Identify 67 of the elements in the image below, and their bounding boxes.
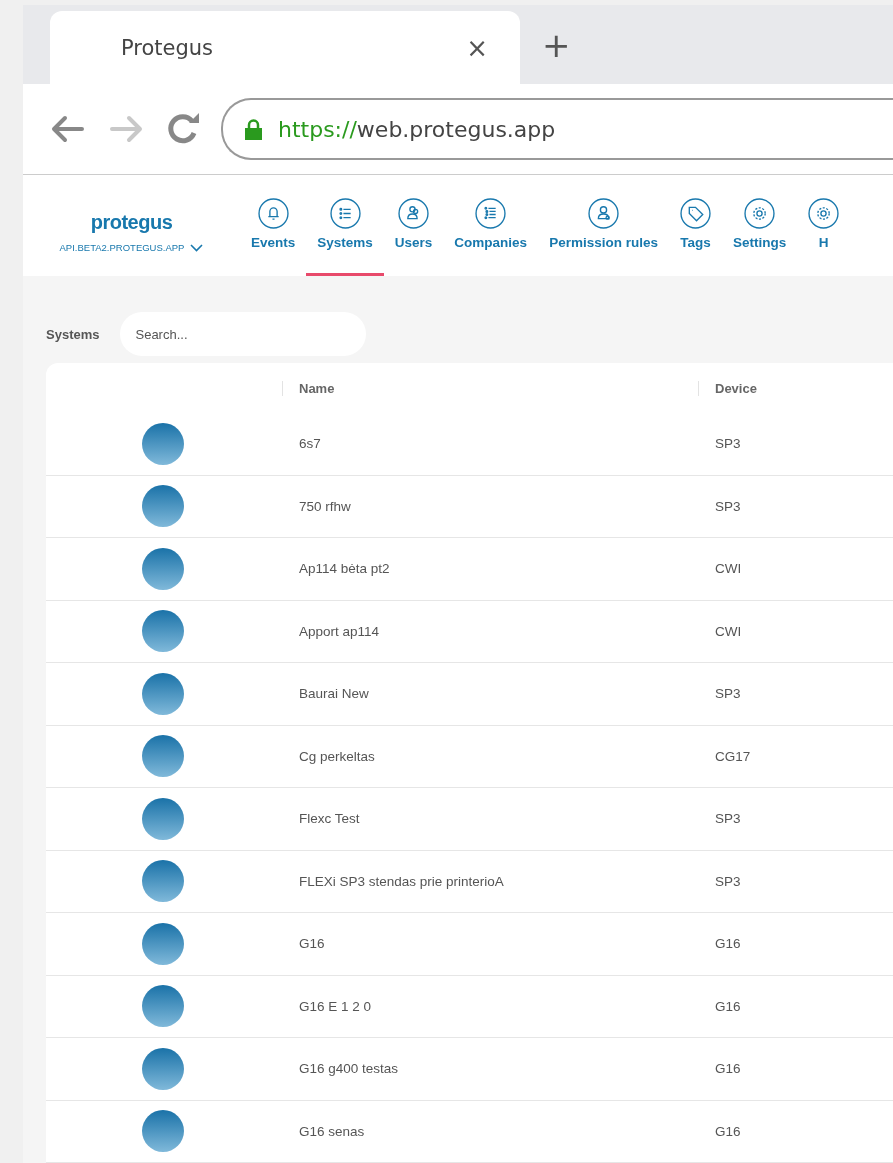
browser-tab[interactable]: Protegus ×	[50, 11, 520, 85]
url-text: https://web.protegus.app	[278, 116, 556, 142]
table-cell-text: Apport ap114	[298, 623, 381, 639]
table-cell-text: SP3	[714, 873, 742, 889]
gear-icon	[744, 198, 776, 229]
table-cell-text: Ap114 bėta pt2	[298, 561, 391, 577]
table-cell-text: SP3	[714, 811, 742, 827]
system-avatar	[142, 485, 184, 528]
table-cell-text: 6s7	[298, 436, 322, 452]
nav-tab[interactable]: H	[797, 175, 851, 276]
table-cell-text: G16	[714, 1061, 742, 1077]
system-avatar	[142, 735, 184, 778]
list-icon	[475, 198, 507, 229]
table-cell-text: G16	[298, 936, 326, 952]
nav-tab[interactable]: Tags	[668, 175, 722, 276]
table-cell-text: SP3	[714, 436, 742, 452]
table-cell-text: G16 E 1 2 0	[298, 998, 373, 1014]
system-avatar	[142, 797, 184, 840]
system-avatar	[142, 547, 184, 590]
address-bar[interactable]: https://web.protegus.app	[221, 98, 893, 161]
nav-tab[interactable]: Events	[240, 175, 307, 276]
table-cell-text: CWI	[714, 561, 743, 577]
close-button[interactable]: ×	[466, 32, 488, 63]
tag-icon	[679, 198, 711, 229]
tab-title: Protegus	[121, 35, 214, 60]
logo: protegus	[90, 211, 173, 234]
table-cell-text: G16 g400 testas	[298, 1061, 400, 1077]
system-avatar	[142, 860, 184, 903]
table-cell-text: G16	[714, 936, 742, 952]
back-icon[interactable]	[51, 115, 85, 144]
table-cell-text: Cg perkeltas	[298, 748, 376, 764]
table-cell-text: SP3	[714, 498, 742, 514]
table-cell-text: CG17	[714, 748, 752, 764]
search-field[interactable]: Search...	[120, 312, 367, 356]
system-avatar	[142, 672, 184, 715]
list-icon	[329, 198, 361, 229]
table-cell-text: Flexc Test	[298, 811, 361, 827]
table-cell-text: Baurai New	[298, 686, 370, 702]
system-avatar	[142, 422, 184, 465]
gear-icon	[808, 198, 840, 229]
table-cell-text: FLEXi SP3 stendas prie printerioA	[298, 873, 505, 889]
table-cell-text: 750 rfhw	[298, 498, 352, 514]
nav-tab[interactable]: Users	[383, 175, 444, 276]
chevron-icon	[190, 243, 204, 252]
column-header[interactable]: Device	[698, 380, 893, 396]
system-avatar	[142, 610, 184, 653]
nav-tab[interactable]: Systems	[306, 175, 384, 276]
table-cell-text: G16 senas	[298, 1123, 366, 1139]
column-header[interactable]: Name	[282, 380, 698, 396]
server-selector[interactable]: API.BETA2.PROTEGUS.APP	[59, 242, 204, 253]
table-cell-text: G16	[714, 998, 742, 1014]
nav-tab[interactable]: Settings	[721, 175, 798, 276]
person-icon	[588, 198, 620, 229]
lock-icon	[245, 118, 262, 140]
system-avatar	[142, 985, 184, 1028]
table-cell-text: CWI	[714, 623, 743, 639]
nav-tab[interactable]: Permission rules	[538, 175, 669, 276]
person-icon	[398, 198, 430, 229]
table-cell-text: SP3	[714, 686, 742, 702]
new-tab-button[interactable]: +	[542, 24, 571, 65]
table-cell-text: G16	[714, 1123, 742, 1139]
system-avatar	[142, 922, 184, 965]
system-avatar	[142, 1047, 184, 1090]
section-title: Systems	[46, 326, 100, 342]
nav-tab[interactable]: Companies	[443, 175, 539, 276]
system-avatar	[142, 1110, 184, 1153]
bell-icon	[257, 198, 289, 229]
